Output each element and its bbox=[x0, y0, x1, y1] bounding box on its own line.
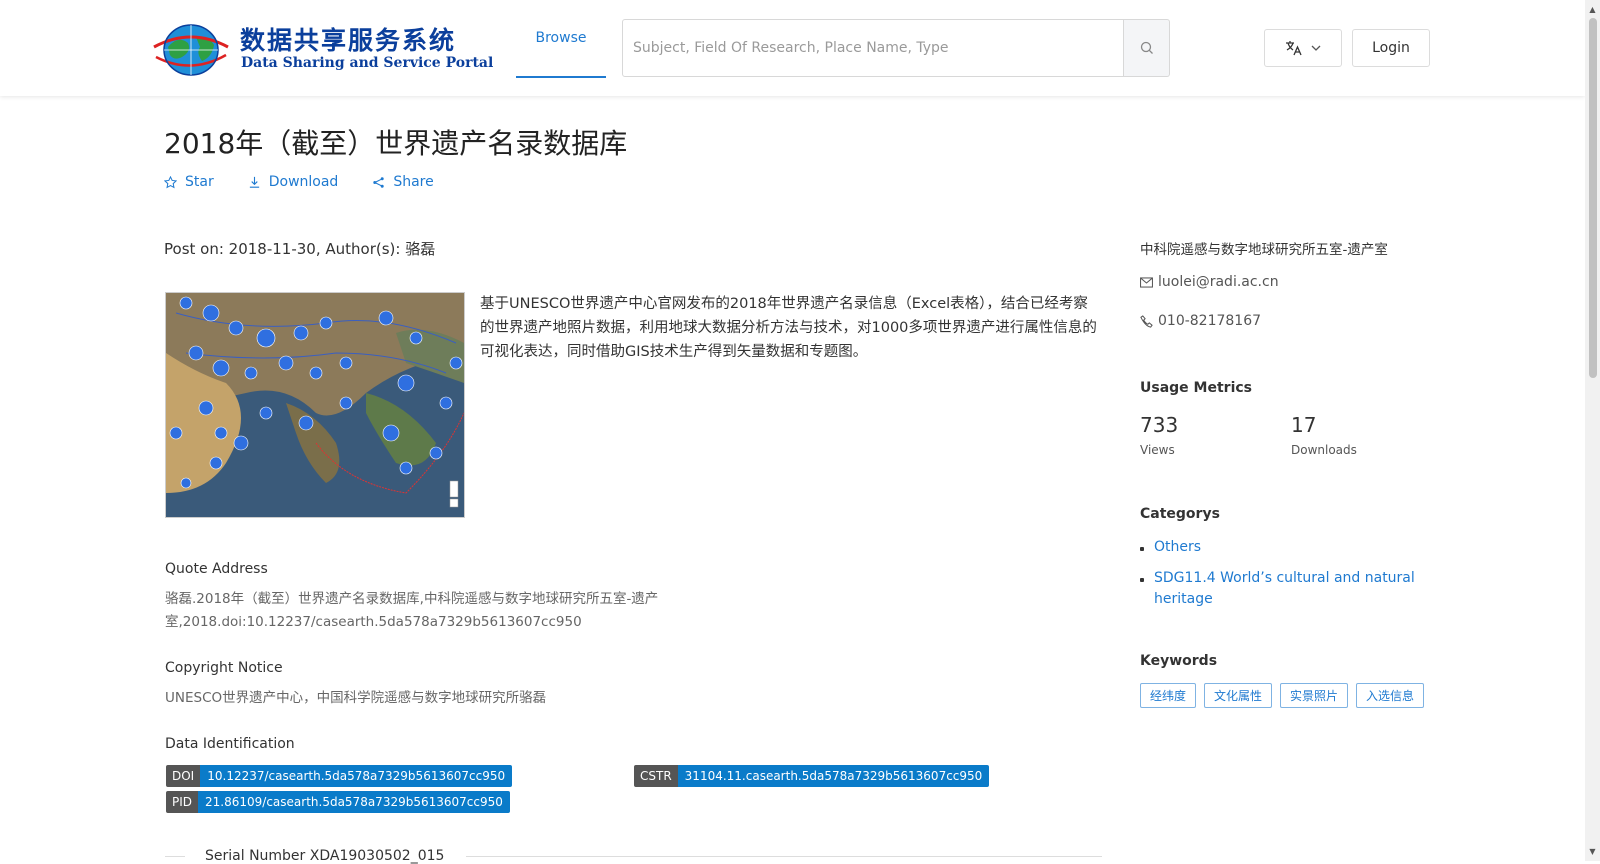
phone-icon bbox=[1140, 314, 1153, 328]
map-thumbnail[interactable] bbox=[165, 292, 465, 518]
scroll-down-arrow[interactable]: ▼ bbox=[1585, 844, 1600, 859]
doi-key: DOI bbox=[166, 765, 201, 787]
globe-logo-icon bbox=[153, 24, 229, 76]
categories-list: Others SDG11.4 World’s cultural and natu… bbox=[1140, 537, 1430, 610]
serial-number: Serial Number XDA19030502_015 bbox=[205, 848, 445, 864]
downloads-count: 17 bbox=[1291, 413, 1317, 437]
translate-icon bbox=[1286, 41, 1302, 56]
keyword-tag[interactable]: 文化属性 bbox=[1204, 683, 1273, 708]
top-header: 数据共享服务系统 Data Sharing and Service Portal… bbox=[0, 0, 1585, 96]
pid-value: 21.86109/casearth.5da578a7329b5613607cc9… bbox=[198, 791, 510, 813]
category-item[interactable]: Others bbox=[1140, 537, 1430, 558]
star-label: Star bbox=[185, 174, 214, 190]
mail-icon bbox=[1140, 276, 1153, 288]
bullet bbox=[1140, 578, 1144, 582]
nav-browse-tab[interactable]: Browse bbox=[516, 0, 606, 78]
phone-text: 010-82178167 bbox=[1158, 313, 1262, 329]
views-label: Views bbox=[1140, 443, 1175, 457]
email-text: luolei@radi.ac.cn bbox=[1158, 274, 1279, 290]
categories-title: Categorys bbox=[1140, 506, 1220, 522]
bullet bbox=[1140, 547, 1144, 551]
keyword-tag[interactable]: 实景照片 bbox=[1280, 683, 1349, 708]
download-label: Download bbox=[268, 174, 339, 190]
category-link[interactable]: Others bbox=[1154, 537, 1201, 558]
pid-badge[interactable]: PID 21.86109/casearth.5da578a7329b561360… bbox=[166, 791, 510, 813]
downloads-label: Downloads bbox=[1291, 443, 1357, 457]
category-link[interactable]: SDG11.4 World’s cultural and natural her… bbox=[1154, 568, 1430, 610]
scroll-up-arrow[interactable]: ▲ bbox=[1585, 2, 1600, 17]
share-label: Share bbox=[393, 174, 434, 190]
chevron-down-icon bbox=[1311, 45, 1321, 51]
quote-title: Quote Address bbox=[165, 561, 268, 577]
sidebar-phone: 010-82178167 bbox=[1140, 313, 1261, 329]
scrollbar-thumb[interactable] bbox=[1589, 18, 1597, 378]
search-button[interactable] bbox=[1124, 19, 1170, 77]
pid-key: PID bbox=[166, 791, 199, 813]
search-input[interactable] bbox=[622, 19, 1124, 77]
views-count: 733 bbox=[1140, 413, 1179, 437]
star-button[interactable]: Star bbox=[164, 170, 214, 194]
search-icon bbox=[1140, 41, 1153, 54]
login-button[interactable]: Login bbox=[1352, 29, 1430, 67]
logo-title-cn: 数据共享服务系统 bbox=[240, 26, 457, 55]
keyword-tag[interactable]: 经纬度 bbox=[1140, 683, 1197, 708]
share-button[interactable]: Share bbox=[372, 170, 434, 194]
download-icon bbox=[249, 176, 259, 188]
identification-title: Data Identification bbox=[165, 736, 295, 752]
keywords-title: Keywords bbox=[1140, 653, 1218, 669]
language-dropdown[interactable] bbox=[1264, 29, 1342, 67]
doi-value: 10.12237/casearth.5da578a7329b5613607cc9… bbox=[200, 765, 513, 787]
doi-badge[interactable]: DOI 10.12237/casearth.5da578a7329b561360… bbox=[166, 765, 513, 787]
share-icon bbox=[373, 176, 385, 188]
sidebar-email[interactable]: luolei@radi.ac.cn bbox=[1140, 274, 1279, 290]
category-item[interactable]: SDG11.4 World’s cultural and natural her… bbox=[1140, 568, 1430, 610]
keyword-tag[interactable]: 入选信息 bbox=[1356, 683, 1425, 708]
serial-divider-right bbox=[466, 856, 1102, 857]
keywords-list: 经纬度 文化属性 实景照片 入选信息 bbox=[1140, 683, 1425, 708]
logo-title-en: Data Sharing and Service Portal bbox=[241, 55, 494, 71]
serial-divider-left bbox=[165, 856, 185, 857]
star-icon bbox=[164, 175, 177, 188]
dataset-abstract: 基于UNESCO世界遗产中心官网发布的2018年世界遗产名录信息（Excel表格… bbox=[480, 296, 1097, 360]
copyright-title: Copyright Notice bbox=[165, 660, 283, 676]
cstr-key: CSTR bbox=[634, 765, 678, 787]
copyright-text: UNESCO世界遗产中心，中国科学院遥感与数字地球研究所骆磊 bbox=[165, 690, 547, 706]
quote-text: 骆磊.2018年（截至）世界遗产名录数据库,中科院遥感与数字地球研究所五室-遗产… bbox=[165, 591, 659, 630]
download-button[interactable]: Download bbox=[248, 170, 339, 194]
usage-metrics-title: Usage Metrics bbox=[1140, 380, 1252, 396]
cstr-value: 31104.11.casearth.5da578a7329b5613607cc9… bbox=[677, 765, 990, 787]
site-logo[interactable]: 数据共享服务系统 Data Sharing and Service Portal bbox=[152, 17, 493, 79]
dataset-actions: Star Download Share bbox=[164, 170, 434, 194]
sidebar-organization: 中科院遥感与数字地球研究所五室-遗产室 bbox=[1140, 242, 1388, 258]
page-title: 2018年（截至）世界遗产名录数据库 bbox=[164, 127, 628, 160]
post-meta: Post on: 2018-11-30, Author(s): 骆磊 bbox=[164, 240, 436, 258]
cstr-badge[interactable]: CSTR 31104.11.casearth.5da578a7329b56136… bbox=[634, 765, 990, 787]
